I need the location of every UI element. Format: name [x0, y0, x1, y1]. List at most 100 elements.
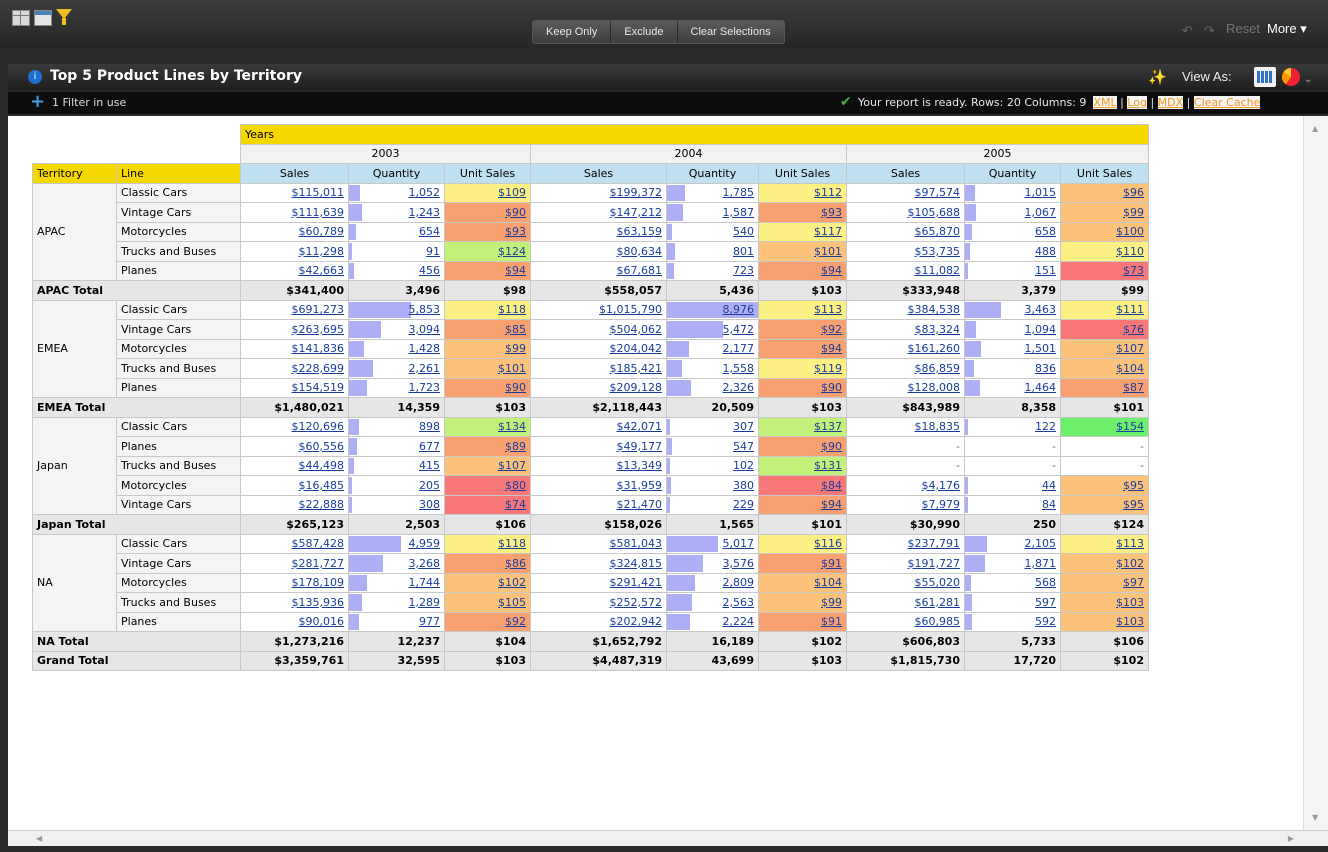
measure-header-quantity[interactable]: Quantity — [666, 163, 759, 184]
scroll-down-icon[interactable]: ▼ — [1312, 813, 1318, 822]
quantity-value-link[interactable]: 2,563 — [723, 596, 755, 609]
sales-value-link[interactable]: $141,836 — [292, 342, 345, 355]
quantity-value-link[interactable]: 2,326 — [723, 381, 755, 394]
quantity-value-link[interactable]: 597 — [1035, 596, 1056, 609]
exclude-button[interactable]: Exclude — [611, 21, 678, 43]
quantity-value-link[interactable]: 977 — [419, 615, 440, 628]
unit-sales-value-link[interactable]: $74 — [505, 498, 526, 511]
product-line-cell[interactable]: Vintage Cars — [116, 553, 241, 574]
sales-value-link[interactable]: $111,639 — [292, 206, 345, 219]
unit-sales-value-link[interactable]: $93 — [505, 225, 526, 238]
quantity-value-link[interactable]: 5,853 — [409, 303, 441, 316]
quantity-value-link[interactable]: 1,744 — [409, 576, 441, 589]
unit-sales-value-link[interactable]: $95 — [1123, 479, 1144, 492]
clear-selections-button[interactable]: Clear Selections — [677, 21, 784, 43]
territory-cell[interactable]: NA — [32, 533, 117, 632]
sales-value-link[interactable]: $49,177 — [617, 440, 663, 453]
product-line-cell[interactable]: Planes — [116, 260, 241, 281]
sales-value-link[interactable]: $7,979 — [922, 498, 961, 511]
quantity-value-link[interactable]: 1,785 — [723, 186, 755, 199]
quantity-value-link[interactable]: 2,224 — [723, 615, 755, 628]
sales-value-link[interactable]: $63,159 — [617, 225, 663, 238]
measure-header-unit-sales[interactable]: Unit Sales — [444, 163, 531, 184]
unit-sales-value-link[interactable]: $85 — [505, 323, 526, 336]
quantity-value-link[interactable]: 2,261 — [409, 362, 441, 375]
pie-chart-icon[interactable] — [1282, 68, 1300, 86]
sales-value-link[interactable]: $42,663 — [299, 264, 345, 277]
quantity-value-link[interactable]: 2,809 — [723, 576, 755, 589]
unit-sales-value-link[interactable]: $113 — [1116, 537, 1144, 550]
product-line-cell[interactable]: Classic Cars — [116, 533, 241, 554]
quantity-value-link[interactable]: 307 — [733, 420, 754, 433]
table-icon[interactable] — [34, 10, 52, 26]
unit-sales-value-link[interactable]: $99 — [821, 596, 842, 609]
quantity-value-link[interactable]: 44 — [1042, 479, 1056, 492]
unit-sales-value-link[interactable]: $92 — [821, 323, 842, 336]
unit-sales-value-link[interactable]: $91 — [821, 557, 842, 570]
log-link[interactable]: Log — [1127, 96, 1147, 109]
product-line-cell[interactable]: Trucks and Buses — [116, 241, 241, 262]
unit-sales-value-link[interactable]: $91 — [821, 615, 842, 628]
filter-icon[interactable] — [56, 9, 72, 25]
sales-value-link[interactable]: $60,985 — [915, 615, 961, 628]
sales-value-link[interactable]: $65,870 — [915, 225, 961, 238]
sales-value-link[interactable]: $22,888 — [299, 498, 345, 511]
quantity-value-link[interactable]: 568 — [1035, 576, 1056, 589]
product-line-cell[interactable]: Vintage Cars — [116, 202, 241, 223]
product-line-cell[interactable]: Trucks and Buses — [116, 455, 241, 476]
grid-icon[interactable] — [12, 10, 30, 26]
sales-value-link[interactable]: $185,421 — [610, 362, 663, 375]
unit-sales-value-link[interactable]: $94 — [821, 264, 842, 277]
quantity-value-link[interactable]: 205 — [419, 479, 440, 492]
sales-value-link[interactable]: $4,176 — [922, 479, 961, 492]
sales-value-link[interactable]: $581,043 — [610, 537, 663, 550]
product-line-cell[interactable]: Trucks and Buses — [116, 592, 241, 613]
sales-value-link[interactable]: $209,128 — [610, 381, 663, 394]
sales-value-link[interactable]: $97,574 — [915, 186, 961, 199]
quantity-value-link[interactable]: 1,587 — [723, 206, 755, 219]
sales-value-link[interactable]: $384,538 — [908, 303, 961, 316]
sales-value-link[interactable]: $1,015,790 — [599, 303, 662, 316]
unit-sales-value-link[interactable]: $73 — [1123, 264, 1144, 277]
unit-sales-value-link[interactable]: $96 — [1123, 186, 1144, 199]
quantity-value-link[interactable]: 1,558 — [723, 362, 755, 375]
vertical-scrollbar[interactable]: ▲ ▼ — [1303, 116, 1328, 830]
unit-sales-value-link[interactable]: $118 — [498, 303, 526, 316]
sales-value-link[interactable]: $199,372 — [610, 186, 663, 199]
sales-value-link[interactable]: $11,298 — [299, 245, 345, 258]
unit-sales-value-link[interactable]: $97 — [1123, 576, 1144, 589]
quantity-value-link[interactable]: 540 — [733, 225, 754, 238]
sales-value-link[interactable]: $115,011 — [292, 186, 345, 199]
unit-sales-value-link[interactable]: $101 — [498, 362, 526, 375]
unit-sales-value-link[interactable]: $131 — [814, 459, 842, 472]
sales-value-link[interactable]: $228,699 — [292, 362, 345, 375]
sales-value-link[interactable]: $324,815 — [610, 557, 663, 570]
unit-sales-value-link[interactable]: $109 — [498, 186, 526, 199]
sales-value-link[interactable]: $204,042 — [610, 342, 663, 355]
quantity-value-link[interactable]: 229 — [733, 498, 754, 511]
unit-sales-value-link[interactable]: $90 — [821, 381, 842, 394]
unit-sales-value-link[interactable]: $112 — [814, 186, 842, 199]
quantity-value-link[interactable]: 836 — [1035, 362, 1056, 375]
sales-value-link[interactable]: $281,727 — [292, 557, 345, 570]
sales-value-link[interactable]: $80,634 — [617, 245, 663, 258]
unit-sales-value-link[interactable]: $154 — [1116, 420, 1144, 433]
chevron-down-icon[interactable]: ⌄ — [1304, 74, 1312, 85]
scroll-left-icon[interactable]: ◀ — [36, 834, 42, 843]
sales-value-link[interactable]: $147,212 — [610, 206, 663, 219]
unit-sales-value-link[interactable]: $92 — [505, 615, 526, 628]
sales-value-link[interactable]: $178,109 — [292, 576, 345, 589]
unit-sales-value-link[interactable]: $134 — [498, 420, 526, 433]
quantity-value-link[interactable]: 3,576 — [723, 557, 755, 570]
product-line-cell[interactable]: Planes — [116, 436, 241, 457]
sales-value-link[interactable]: $18,835 — [915, 420, 961, 433]
xml-link[interactable]: XML — [1093, 96, 1117, 109]
sales-value-link[interactable]: $154,519 — [292, 381, 345, 394]
unit-sales-value-link[interactable]: $117 — [814, 225, 842, 238]
sales-value-link[interactable]: $60,556 — [299, 440, 345, 453]
year-header[interactable]: 2004 — [530, 143, 847, 164]
reset-button[interactable]: Reset — [1226, 21, 1260, 36]
quantity-value-link[interactable]: 658 — [1035, 225, 1056, 238]
sales-value-link[interactable]: $67,681 — [617, 264, 663, 277]
horizontal-scrollbar[interactable]: ◀ ▶ — [8, 830, 1328, 847]
